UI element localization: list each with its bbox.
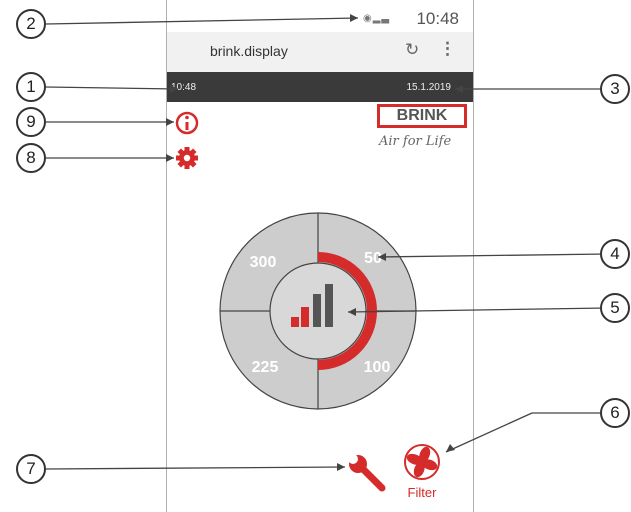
callout-8: 8 [16,143,46,173]
callout-2: 2 [16,9,46,39]
callout-5: 5 [600,293,630,323]
callout-1: 1 [16,72,46,102]
callout-7: 7 [16,454,46,484]
callout-9: 9 [16,107,46,137]
annotation-lines [45,14,608,471]
callout-4: 4 [600,239,630,269]
callout-3: 3 [600,74,630,104]
callout-6: 6 [600,398,630,428]
